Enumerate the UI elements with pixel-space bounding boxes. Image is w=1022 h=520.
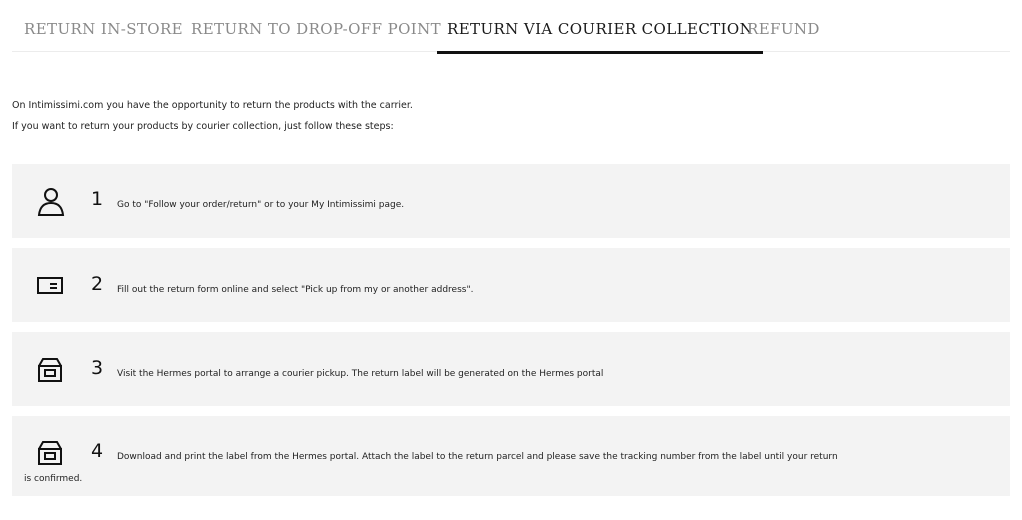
step-3: 3 Visit the Hermes portal to arrange a c… [12,332,1010,406]
step-1: 1 Go to "Follow your order/return" or to… [12,164,1010,238]
tab-return-drop-off-point[interactable]: RETURN TO DROP-OFF POINT [191,20,441,52]
step-number: 3 [91,357,104,379]
step-description: Fill out the return form online and sele… [117,285,474,295]
step-description-continued: is confirmed. [24,474,83,484]
tab-return-in-store[interactable]: RETURN IN-STORE [24,20,183,52]
step-description: Download and print the label from the He… [117,452,838,462]
step-number: 2 [91,273,104,295]
box-icon [38,441,62,465]
intro-line-1: On Intimissimi.com you have the opportun… [12,100,413,111]
return-tabs: RETURN IN-STORE RETURN TO DROP-OFF POINT… [12,0,1010,54]
box-icon [38,358,62,382]
step-description: Visit the Hermes portal to arrange a cou… [117,369,604,379]
step-number: 1 [91,188,104,210]
intro-line-2: If you want to return your products by c… [12,121,394,132]
step-4: 4 Download and print the label from the … [12,416,1010,496]
user-icon [37,188,65,216]
intro-text: On Intimissimi.com you have the opportun… [12,95,1012,137]
step-2: 2 Fill out the return form online and se… [12,248,1010,322]
form-icon [37,277,63,294]
step-description: Go to "Follow your order/return" or to y… [117,200,405,210]
tab-return-via-courier-collection[interactable]: RETURN VIA COURIER COLLECTION [436,20,764,54]
step-number: 4 [91,440,104,462]
tab-refund[interactable]: REFUND [747,20,820,52]
